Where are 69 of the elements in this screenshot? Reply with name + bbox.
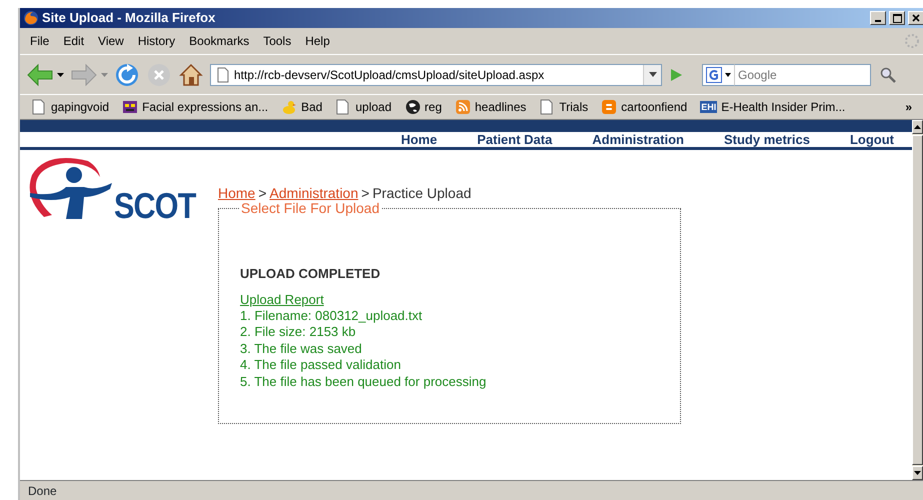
- dropdown-button[interactable]: [643, 64, 661, 84]
- page-icon: [31, 99, 47, 115]
- nav-link[interactable]: Study metrics: [724, 130, 810, 150]
- globe-icon: [404, 99, 421, 115]
- maximize-icon: [892, 14, 902, 22]
- down-arrow-icon: [914, 471, 921, 475]
- report-link[interactable]: Upload Report: [240, 292, 324, 306]
- up-arrow-icon: [914, 125, 921, 129]
- scroll-up-button[interactable]: [912, 120, 923, 134]
- report-line: 3. The file was saved: [240, 340, 363, 358]
- report-line: 4. The file passed validation: [240, 357, 402, 374]
- menu-item[interactable]: File: [23, 32, 56, 50]
- breadcrumb-separator: >: [258, 184, 267, 202]
- breadcrumb-link[interactable]: Home: [218, 183, 256, 204]
- bookmark-item[interactable]: reg: [400, 98, 447, 116]
- minimize-button[interactable]: [870, 11, 886, 25]
- logo-text: SCOT: [114, 188, 196, 224]
- bookmark-item[interactable]: upload: [330, 98, 397, 116]
- bookmark-item[interactable]: headlines: [450, 98, 532, 116]
- blog-icon: [601, 99, 618, 115]
- search-field[interactable]: Google: [734, 64, 871, 86]
- bookmark-item[interactable]: Facial expressions an...: [117, 98, 274, 116]
- panel-legend: Select File For Upload: [240, 201, 381, 215]
- menu-item[interactable]: Edit: [56, 32, 92, 50]
- breadcrumb-separator: >: [361, 184, 370, 202]
- caret-icon: [648, 72, 656, 77]
- menu-item[interactable]: Bookmarks: [182, 32, 256, 50]
- report-line: 1. Filename: 080312_upload.txt: [240, 308, 424, 324]
- search-engine-icon: [706, 66, 722, 82]
- caret-icon[interactable]: [57, 72, 64, 76]
- nav-link[interactable]: Logout: [850, 130, 894, 150]
- report-line: 5. The file has been queued for processing: [240, 374, 488, 390]
- menu-item[interactable]: View: [91, 32, 131, 50]
- bookmark-item[interactable]: gapingvoid: [26, 98, 114, 116]
- menu-item[interactable]: Help: [298, 32, 337, 50]
- nav-link[interactable]: Patient Data: [477, 130, 552, 150]
- feed-icon: [454, 99, 471, 115]
- overflow-button[interactable]: »: [900, 98, 917, 116]
- menu-item[interactable]: History: [130, 32, 182, 50]
- breadcrumb-current: Practice Upload: [372, 184, 472, 202]
- maximize-button[interactable]: [889, 11, 905, 25]
- status-heading: UPLOAD COMPLETED: [240, 265, 382, 283]
- report-line: 2. File size: 2153 kb: [240, 324, 357, 341]
- scroll-down-button[interactable]: [912, 466, 923, 480]
- throbber-icon: [904, 33, 920, 49]
- page-icon: [335, 99, 352, 115]
- page-icon: [539, 99, 556, 115]
- close-button[interactable]: [908, 11, 923, 25]
- firefox-icon: [23, 10, 39, 26]
- search-button[interactable]: [880, 66, 896, 82]
- window-title: Site Upload - Mozilla Firefox: [42, 9, 216, 28]
- bookmark-item[interactable]: cartoonfiend: [596, 98, 692, 116]
- bookmark-item[interactable]: Trials: [534, 98, 594, 116]
- menu-item[interactable]: Tools: [256, 32, 298, 50]
- reload-button[interactable]: [114, 62, 140, 88]
- status-text: Done: [28, 482, 57, 500]
- nav-link[interactable]: Administration: [592, 130, 684, 150]
- bookmark-item[interactable]: Bad: [276, 98, 328, 116]
- search-engine-button[interactable]: [702, 64, 734, 86]
- face-icon: [122, 99, 138, 115]
- breadcrumb-link[interactable]: Administration: [270, 183, 358, 204]
- address-field[interactable]: http://rcb-devserv/ScotUpload/cmsUpload/siteUpload.aspx: [210, 64, 662, 86]
- bookmark-item[interactable]: EHI E-Health Insider Prim...: [695, 98, 850, 116]
- caret-icon: [725, 72, 731, 76]
- nav-link[interactable]: Home: [400, 130, 438, 150]
- home-button[interactable]: [178, 62, 204, 88]
- badge-icon: EHI: [700, 101, 718, 113]
- duck-icon: [281, 99, 298, 115]
- close-icon: [912, 14, 920, 22]
